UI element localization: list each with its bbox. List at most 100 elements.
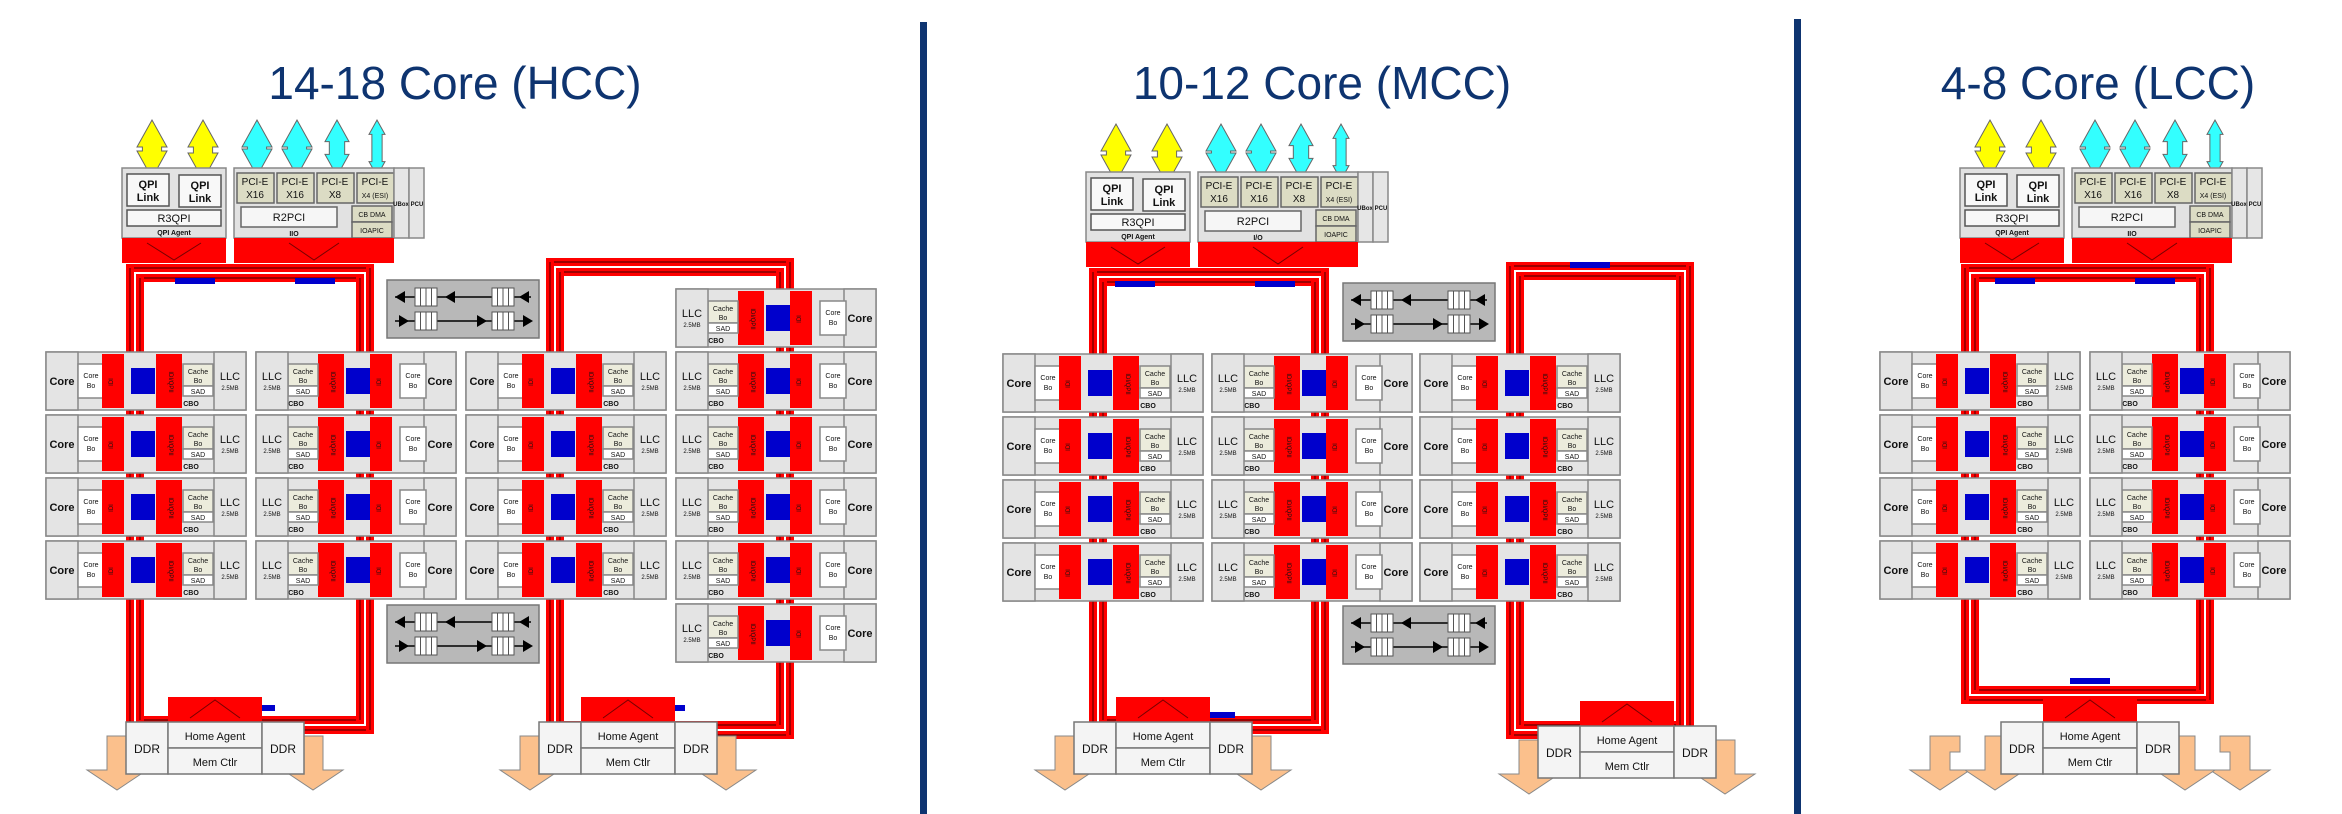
idi-qpii-label: IDI/QPII bbox=[1541, 499, 1547, 521]
llc-size-label: 2.5MB bbox=[263, 449, 280, 455]
llc-size-label: 2.5MB bbox=[221, 512, 238, 518]
idi-label: IDI bbox=[377, 504, 383, 512]
cache-bo-label: Cache bbox=[188, 558, 208, 565]
iio-label: IIO bbox=[2127, 231, 2137, 238]
pcie-label: PCI-E bbox=[2080, 177, 2107, 188]
ring-stop bbox=[766, 620, 790, 646]
llc-size-label: 2.5MB bbox=[2055, 386, 2072, 392]
sad-label: SAD bbox=[716, 452, 730, 459]
core-bo-label: Core bbox=[2239, 562, 2254, 569]
mem-ctlr-label: Mem Ctlr bbox=[1605, 761, 1650, 773]
llc-size-label: 2.5MB bbox=[641, 512, 658, 518]
ring-stop bbox=[2135, 278, 2175, 284]
idi-qpii-label: IDI/QPII bbox=[1541, 373, 1547, 395]
llc-size-label: 2.5MB bbox=[683, 386, 700, 392]
core-bo-box bbox=[2233, 426, 2261, 462]
core-bo-label: Bo bbox=[829, 446, 838, 453]
cache-bo-label: Bo bbox=[1568, 506, 1577, 513]
core-bo-label: Core bbox=[1457, 501, 1472, 508]
memory-controller: DDR Home Agent Mem Ctlr DDR bbox=[1497, 701, 1757, 795]
llc-size-label: 2.5MB bbox=[2055, 449, 2072, 455]
sad-label: SAD bbox=[1565, 391, 1579, 398]
iio-label: I/O bbox=[1253, 235, 1263, 242]
cache-bo-label: Cache bbox=[1249, 560, 1269, 567]
core-bo-label: Core bbox=[2239, 373, 2254, 380]
llc-size-label: 2.5MB bbox=[2097, 575, 2114, 581]
sad-label: SAD bbox=[1148, 517, 1162, 524]
r3qpi-label: R3QPI bbox=[1995, 213, 2028, 225]
llc-label: LLC bbox=[640, 560, 660, 572]
idi-qpii-label: IDI/QPII bbox=[2001, 434, 2007, 456]
iio-ring-stop bbox=[234, 238, 394, 263]
die-diagrams: QPILinkQPILinkR3QPIQPI AgentPCI-EX16PCI-… bbox=[45, 118, 2291, 795]
sad-label: SAD bbox=[1148, 580, 1162, 587]
mem-ctlr-label: Mem Ctlr bbox=[1141, 757, 1186, 769]
core-tile: Core Core Bo IDI IDI/QPII Cache Bo SAD CBO LLC 2.5… bbox=[465, 540, 667, 600]
sad-label: SAD bbox=[2130, 389, 2144, 396]
core-bo-label: Core bbox=[825, 310, 840, 317]
cbo-label: CBO bbox=[2017, 527, 2033, 534]
core-bo-box bbox=[399, 552, 427, 588]
cache-bo-label: Cache bbox=[608, 432, 628, 439]
llc-size-label: 2.5MB bbox=[1178, 388, 1195, 394]
llc-label: LLC bbox=[682, 560, 702, 572]
core-bo-label: Bo bbox=[1365, 574, 1374, 581]
pcie-lanes-label: X4 (ESI) bbox=[362, 193, 388, 200]
llc-label: LLC bbox=[1177, 373, 1197, 385]
idi-qpii-label: IDI/QPII bbox=[329, 560, 335, 582]
cache-bo-label: Bo bbox=[1255, 569, 1264, 576]
core-bo-label: Core bbox=[825, 436, 840, 443]
ring-stop bbox=[346, 431, 370, 457]
llc-label: LLC bbox=[2096, 497, 2116, 509]
idi-qpii-label: IDI/QPII bbox=[1541, 436, 1547, 458]
core-label: Core bbox=[847, 376, 872, 388]
core-bo-label: Bo bbox=[1365, 448, 1374, 455]
ring-stop bbox=[1115, 281, 1155, 287]
llc-label: LLC bbox=[1218, 562, 1238, 574]
llc-size-label: 2.5MB bbox=[1178, 514, 1195, 520]
idi-label: IDI bbox=[109, 378, 115, 386]
llc-size-label: 2.5MB bbox=[263, 575, 280, 581]
ubox-label: UBox bbox=[1357, 206, 1373, 212]
iio-ring-stop bbox=[1198, 242, 1358, 267]
ddr-label: DDR bbox=[134, 742, 160, 756]
ha-ring-stop bbox=[168, 697, 262, 722]
core-bo-label: Bo bbox=[1461, 511, 1470, 518]
cache-bo-label: Cache bbox=[608, 495, 628, 502]
idi-label: IDI bbox=[797, 441, 803, 449]
llc-label: LLC bbox=[1177, 562, 1197, 574]
pcie-label: PCI-E bbox=[2200, 177, 2227, 188]
core-bo-label: Core bbox=[825, 562, 840, 569]
core-label: Core bbox=[1006, 378, 1031, 390]
qpi-link-label: QPI bbox=[191, 180, 210, 192]
cache-bo-label: Cache bbox=[1145, 560, 1165, 567]
cache-bo-label: Bo bbox=[614, 441, 623, 448]
idi-label: IDI bbox=[1066, 569, 1072, 577]
idi-label: IDI bbox=[1333, 569, 1339, 577]
core-bo-label: Core bbox=[83, 436, 98, 443]
core-tile: Core Core Bo IDI IDI/QPII Cache Bo SAD CBO LLC 2.5… bbox=[1211, 479, 1413, 539]
cache-bo-label: Cache bbox=[2022, 432, 2042, 439]
llc-label: LLC bbox=[2054, 560, 2074, 572]
idi-qpii-label: IDI/QPII bbox=[749, 560, 755, 582]
ring-stop bbox=[1965, 368, 1989, 394]
core-bo-box bbox=[819, 300, 847, 336]
core-bo-label: Bo bbox=[829, 320, 838, 327]
idi-qpii-label: IDI/QPII bbox=[1285, 562, 1291, 584]
sad-label: SAD bbox=[1565, 580, 1579, 587]
idi-label: IDI bbox=[2211, 378, 2217, 386]
core-bo-box bbox=[2233, 552, 2261, 588]
idi-qpii-label: IDI/QPII bbox=[167, 371, 173, 393]
core-label: Core bbox=[49, 439, 74, 451]
core-label: Core bbox=[1883, 376, 1908, 388]
core-bo-label: Bo bbox=[507, 572, 516, 579]
idi-label: IDI bbox=[1483, 443, 1489, 451]
qpi-link-label: Link bbox=[2027, 193, 2050, 205]
idi-label: IDI bbox=[1333, 443, 1339, 451]
idi-label: IDI bbox=[377, 567, 383, 575]
llc-size-label: 2.5MB bbox=[1595, 514, 1612, 520]
llc-size-label: 2.5MB bbox=[2097, 386, 2114, 392]
llc-label: LLC bbox=[682, 308, 702, 320]
ring-stop bbox=[2180, 431, 2204, 457]
llc-label: LLC bbox=[2096, 560, 2116, 572]
